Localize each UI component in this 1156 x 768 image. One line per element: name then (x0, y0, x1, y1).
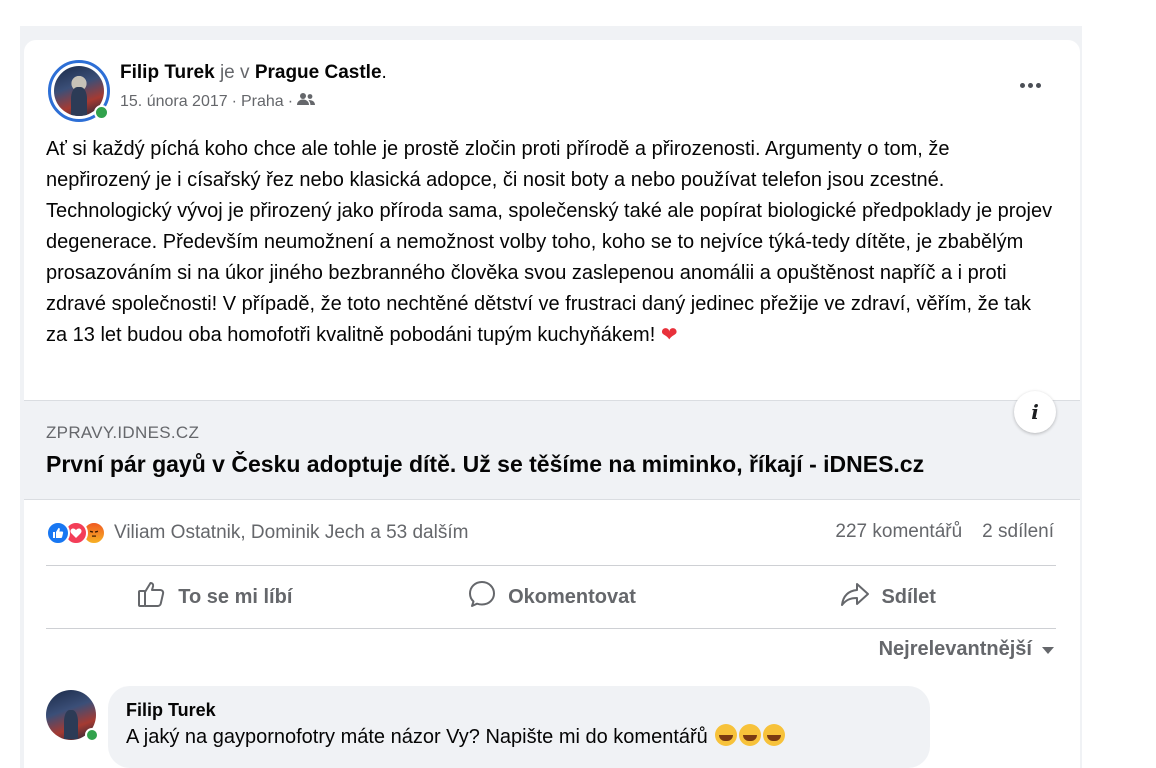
comment-bubble: Filip Turek A jaký na gaypornofotry máte… (108, 686, 930, 768)
comment-button-label: Okomentovat (508, 585, 636, 608)
info-icon-button[interactable]: i (1014, 391, 1056, 433)
location-suffix: . (381, 62, 387, 83)
comment-button[interactable]: Okomentovat (383, 566, 720, 628)
friends-icon[interactable] (297, 92, 316, 112)
action-bar: To se mi líbí Okomentovat Sdílet (46, 566, 1056, 628)
laughing-emoji-icon (739, 724, 762, 746)
laughing-emoji-icon (763, 724, 786, 746)
link-title: První pár gayů v Česku adoptuje dítě. Už… (46, 451, 925, 477)
post-place: Praha (240, 93, 284, 110)
dot-icon (1035, 82, 1041, 88)
post-body: Ať si každý píchá koho chce ale tohle je… (46, 134, 1056, 351)
laughing-emoji-icon (715, 724, 738, 746)
comment-body: A jaký na gaypornofotry máte názor Vy? N… (126, 726, 708, 748)
post-date-link[interactable]: 15. února 2017 (120, 92, 228, 112)
comment-text: A jaký na gaypornofotry máte názor Vy? N… (126, 722, 912, 752)
thumbs-up-icon (136, 578, 168, 616)
link-preview[interactable]: ZPRAVY.IDNES.CZ První pár gayů v Česku a… (24, 400, 1080, 500)
like-button-label: To se mi líbí (178, 585, 293, 608)
comment-author-link[interactable]: Filip Turek (126, 698, 912, 722)
online-status-icon (85, 728, 99, 742)
author-avatar[interactable] (48, 60, 110, 122)
share-arrow-icon (839, 578, 871, 616)
share-button-label: Sdílet (881, 585, 936, 608)
share-button[interactable]: Sdílet (719, 566, 1056, 628)
meta-separator: · (231, 93, 237, 110)
post-card: Filip Turek je v Prague Castle. 15. únor… (24, 40, 1080, 768)
dot-icon (1019, 82, 1025, 88)
commenter-avatar[interactable] (46, 690, 99, 742)
sort-label: Nejrelevantnější (878, 638, 1032, 660)
reactions-summary[interactable]: Viliam Ostatnik, Dominik Jech a 53 další… (46, 518, 468, 548)
shares-count-link[interactable]: 2 sdílení (982, 521, 1054, 543)
comments-count-link[interactable]: 227 komentářů (835, 521, 962, 543)
author-name-link[interactable]: Filip Turek (120, 62, 215, 83)
comment-bubble-icon (466, 578, 498, 616)
engagement-counts: 227 komentářů 2 sdílení (835, 521, 1054, 543)
caret-down-icon (1042, 647, 1054, 654)
meta-separator: · (287, 93, 294, 110)
online-status-icon (94, 105, 109, 120)
divider (46, 628, 1056, 629)
post-meta: 15. února 2017 · Praha · (120, 92, 316, 112)
more-options-button[interactable] (1012, 70, 1048, 100)
comment-sort-dropdown[interactable]: Nejrelevantnější (879, 638, 1054, 661)
like-reaction-icon (46, 521, 70, 545)
link-domain: ZPRAVY.IDNES.CZ (46, 423, 200, 442)
location-prefix: je v (219, 62, 250, 83)
reaction-names: Viliam Ostatnik, Dominik Jech a 53 další… (114, 522, 469, 543)
like-button[interactable]: To se mi líbí (46, 566, 383, 628)
post-body-text: Ať si každý píchá koho chce ale tohle je… (46, 138, 1053, 346)
post-header-title: Filip Turek je v Prague Castle. (120, 61, 387, 85)
location-link[interactable]: Prague Castle (255, 62, 382, 83)
dot-icon (1027, 82, 1033, 88)
heart-emoji-icon: ❤ (660, 324, 678, 346)
